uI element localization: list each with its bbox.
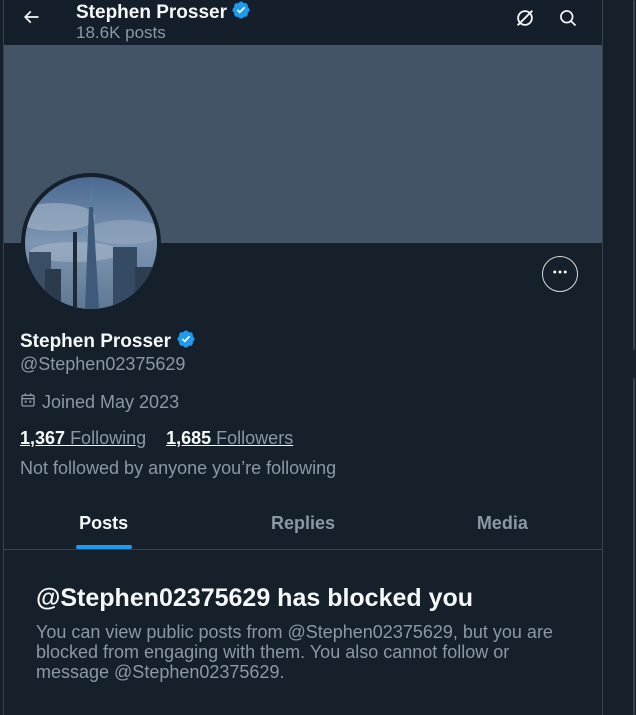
grok-button[interactable] <box>511 6 539 34</box>
active-tab-indicator <box>75 545 132 549</box>
more-options-button[interactable] <box>542 256 578 292</box>
verified-badge-icon <box>231 0 251 26</box>
joined-text: Joined May 2023 <box>42 392 180 412</box>
follow-stats: 1,367 Following 1,685 Followers <box>20 428 293 449</box>
blocked-title: @Stephen02375629 has blocked you <box>36 584 474 612</box>
more-horizontal-icon <box>551 263 569 286</box>
right-sidebar-edge <box>603 0 636 715</box>
divider <box>633 0 635 350</box>
followers-count: 1,685 <box>166 428 212 448</box>
tab-media[interactable]: Media <box>403 498 602 549</box>
calendar-icon <box>20 392 36 413</box>
search-button[interactable] <box>554 6 582 34</box>
followers-label: Followers <box>216 428 294 448</box>
followed-by-text: Not followed by anyone you’re following <box>20 458 337 478</box>
page: Stephen Prosser 18.6K posts Stephen Pros… <box>0 0 636 715</box>
profile-display-name: Stephen Prosser <box>20 331 171 352</box>
following-link[interactable]: 1,367 Following <box>20 428 146 449</box>
header-name: Stephen Prosser <box>76 2 227 23</box>
following-count: 1,367 <box>20 428 66 448</box>
profile-tabs: Posts Replies Media <box>4 498 602 550</box>
following-label: Following <box>70 428 147 448</box>
back-arrow-icon <box>21 7 41 32</box>
profile-name: Stephen Prosser <box>20 329 196 355</box>
profile-handle: @Stephen02375629 <box>20 354 186 374</box>
blocked-message: You can view public posts from @Stephen0… <box>36 622 553 682</box>
profile-column: Stephen Prosser 18.6K posts Stephen Pros… <box>3 0 603 715</box>
divider <box>633 378 635 715</box>
tab-posts[interactable]: Posts <box>4 498 203 549</box>
header-posts-count: 18.6K posts <box>76 23 166 42</box>
profile-header: Stephen Prosser 18.6K posts <box>4 0 602 45</box>
grok-icon <box>514 7 536 34</box>
search-icon <box>558 8 578 33</box>
avatar[interactable] <box>21 173 161 313</box>
tab-posts-label: Posts <box>79 513 129 533</box>
followers-link[interactable]: 1,685 Followers <box>166 428 293 449</box>
verified-badge-icon[interactable] <box>176 329 196 355</box>
tab-replies[interactable]: Replies <box>203 498 402 549</box>
back-button[interactable] <box>16 4 46 34</box>
joined-date: Joined May 2023 <box>20 392 179 413</box>
tab-media-label: Media <box>476 513 528 533</box>
tab-replies-label: Replies <box>270 513 335 533</box>
